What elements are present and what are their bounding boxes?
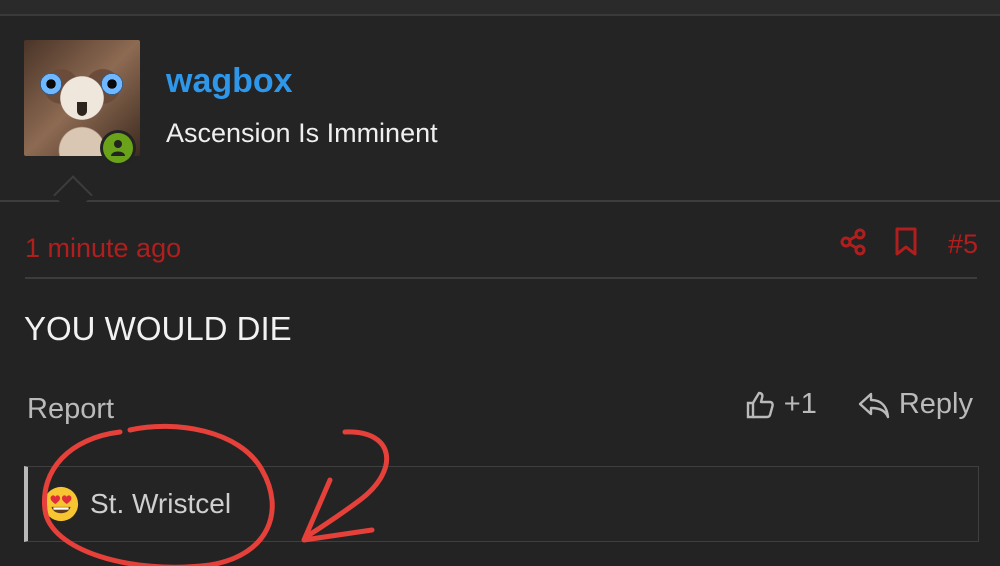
post-content: YOU WOULD DIE: [24, 310, 292, 347]
reaction-user-link[interactable]: St. Wristcel: [90, 488, 231, 520]
owl-beak: [77, 102, 87, 116]
like-count: +1: [783, 388, 817, 420]
username-link[interactable]: wagbox: [166, 62, 293, 101]
post-timestamp-link[interactable]: 1 minute ago: [25, 233, 181, 264]
reply-label: Reply: [898, 388, 973, 420]
owl-eye-left: [40, 73, 62, 95]
post-user-header: wagbox Ascension Is Imminent: [0, 16, 1000, 201]
owl-eye-right: [101, 73, 123, 95]
page: wagbox Ascension Is Imminent 1 minute ag…: [0, 0, 1000, 566]
user-silhouette-icon: [111, 140, 125, 156]
like-button[interactable]: +1: [744, 388, 817, 421]
online-user-icon: [103, 133, 133, 163]
user-title: Ascension Is Imminent: [166, 118, 438, 148]
post-meta-actions: #5: [838, 227, 978, 262]
reply-button[interactable]: Reply: [857, 388, 973, 421]
meta-divider: [25, 277, 977, 279]
post-footer-actions: +1 Reply: [744, 388, 973, 421]
bookmark-icon[interactable]: [893, 227, 919, 262]
avatar[interactable]: [24, 40, 140, 166]
heart-eyes-emoji-icon: [43, 486, 79, 522]
online-status-badge: [100, 130, 136, 166]
reply-icon: [858, 392, 890, 418]
top-bar: [0, 0, 1000, 16]
post-number-link[interactable]: #5: [948, 229, 978, 260]
reactions-bar[interactable]: St. Wristcel: [24, 466, 979, 542]
header-divider: [0, 200, 1000, 202]
share-icon[interactable]: [838, 227, 868, 262]
thumbs-up-icon: [746, 391, 774, 418]
report-link[interactable]: Report: [27, 393, 114, 426]
